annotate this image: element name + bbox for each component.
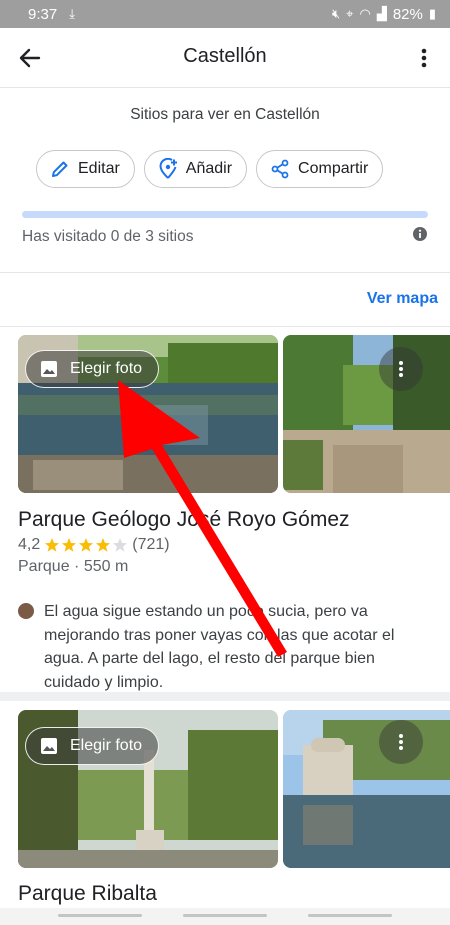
star-icon [45,538,60,552]
mute-icon: 🔇︎ [331,6,341,21]
visited-progress-bar [22,211,428,218]
section-divider [0,326,450,327]
pencil-icon [52,161,68,177]
list-subtitle: Sitios para ver en Castellón [130,106,320,123]
rating-row: 4,2 (721) [18,536,170,554]
add-place-icon [159,158,177,179]
choose-photo-button[interactable]: Elegir foto [25,727,160,765]
battery-icon: ▮ [428,6,436,21]
info-icon[interactable] [412,226,428,242]
photo-options-button[interactable] [379,720,423,764]
page-title: Castellón [183,45,267,67]
app-bar: Castellón [0,28,450,88]
edit-label: Editar [78,160,120,177]
star-icon [79,538,94,552]
review-count: (721) [132,536,170,553]
nav-recents[interactable] [58,914,142,917]
share-button[interactable]: Compartir [256,150,384,188]
image-icon [41,738,57,754]
more-vert-icon[interactable] [416,44,432,72]
star-icon [96,538,111,552]
add-label: Añadir [185,160,233,177]
rating-value: 4,2 [18,536,41,553]
choose-photo-button[interactable]: Elegir foto [25,350,160,388]
more-vert-icon [399,361,403,377]
download-icon: ⤓ [69,6,75,21]
photo-options-button[interactable] [379,347,423,391]
place-category-distance: Parque · 550 m [18,558,129,575]
place-name[interactable]: Parque Geólogo José Royo Gómez [18,508,350,532]
nav-home[interactable] [183,914,267,917]
review-text: El agua sigue estando un poco sucia, per… [44,603,395,691]
status-bar: 9:37 ⤓ 🔇︎ ⌖ ◠ ▟ 82% ▮ [0,0,450,28]
rating-stars [44,537,128,553]
status-time: 9:37 [28,5,58,23]
review-snippet[interactable]: El agua sigue estando un poco sucia, per… [18,600,433,694]
visited-count-text: Has visitado 0 de 3 sitios [22,228,194,245]
place-photo-secondary[interactable] [283,710,450,868]
nav-back[interactable] [308,914,392,917]
section-divider [0,272,450,273]
more-vert-icon [399,734,403,750]
place-photo-main[interactable]: Elegir foto [18,335,278,493]
battery-level: 82% [392,5,423,23]
edit-button[interactable]: Editar [36,150,135,188]
page: 9:37 ⤓ 🔇︎ ⌖ ◠ ▟ 82% ▮ Castellón Sitios p… [0,0,450,925]
choose-photo-label: Elegir foto [70,360,143,377]
image-icon [41,361,57,377]
location-icon: ⌖ [346,6,354,21]
system-nav-bar [0,908,450,925]
star-icon [113,538,128,552]
wifi-icon: ◠ [359,6,371,21]
place-photo-secondary[interactable] [283,335,450,493]
view-map-link[interactable]: Ver mapa [367,290,438,308]
choose-photo-label: Elegir foto [70,737,143,754]
status-icons: 🔇︎ ⌖ ◠ ▟ 82% ▮ [332,6,436,23]
signal-icon: ▟ [376,6,387,21]
share-label: Compartir [298,160,369,177]
action-chips: Editar Añadir Compartir [36,150,384,188]
add-button[interactable]: Añadir [143,150,248,188]
card-separator [0,692,450,701]
reviewer-avatar [18,603,34,619]
star-icon [62,538,77,552]
share-icon [271,159,289,179]
place-photo-main[interactable]: Elegir foto [18,710,278,868]
place-name[interactable]: Parque Ribalta [18,882,157,906]
